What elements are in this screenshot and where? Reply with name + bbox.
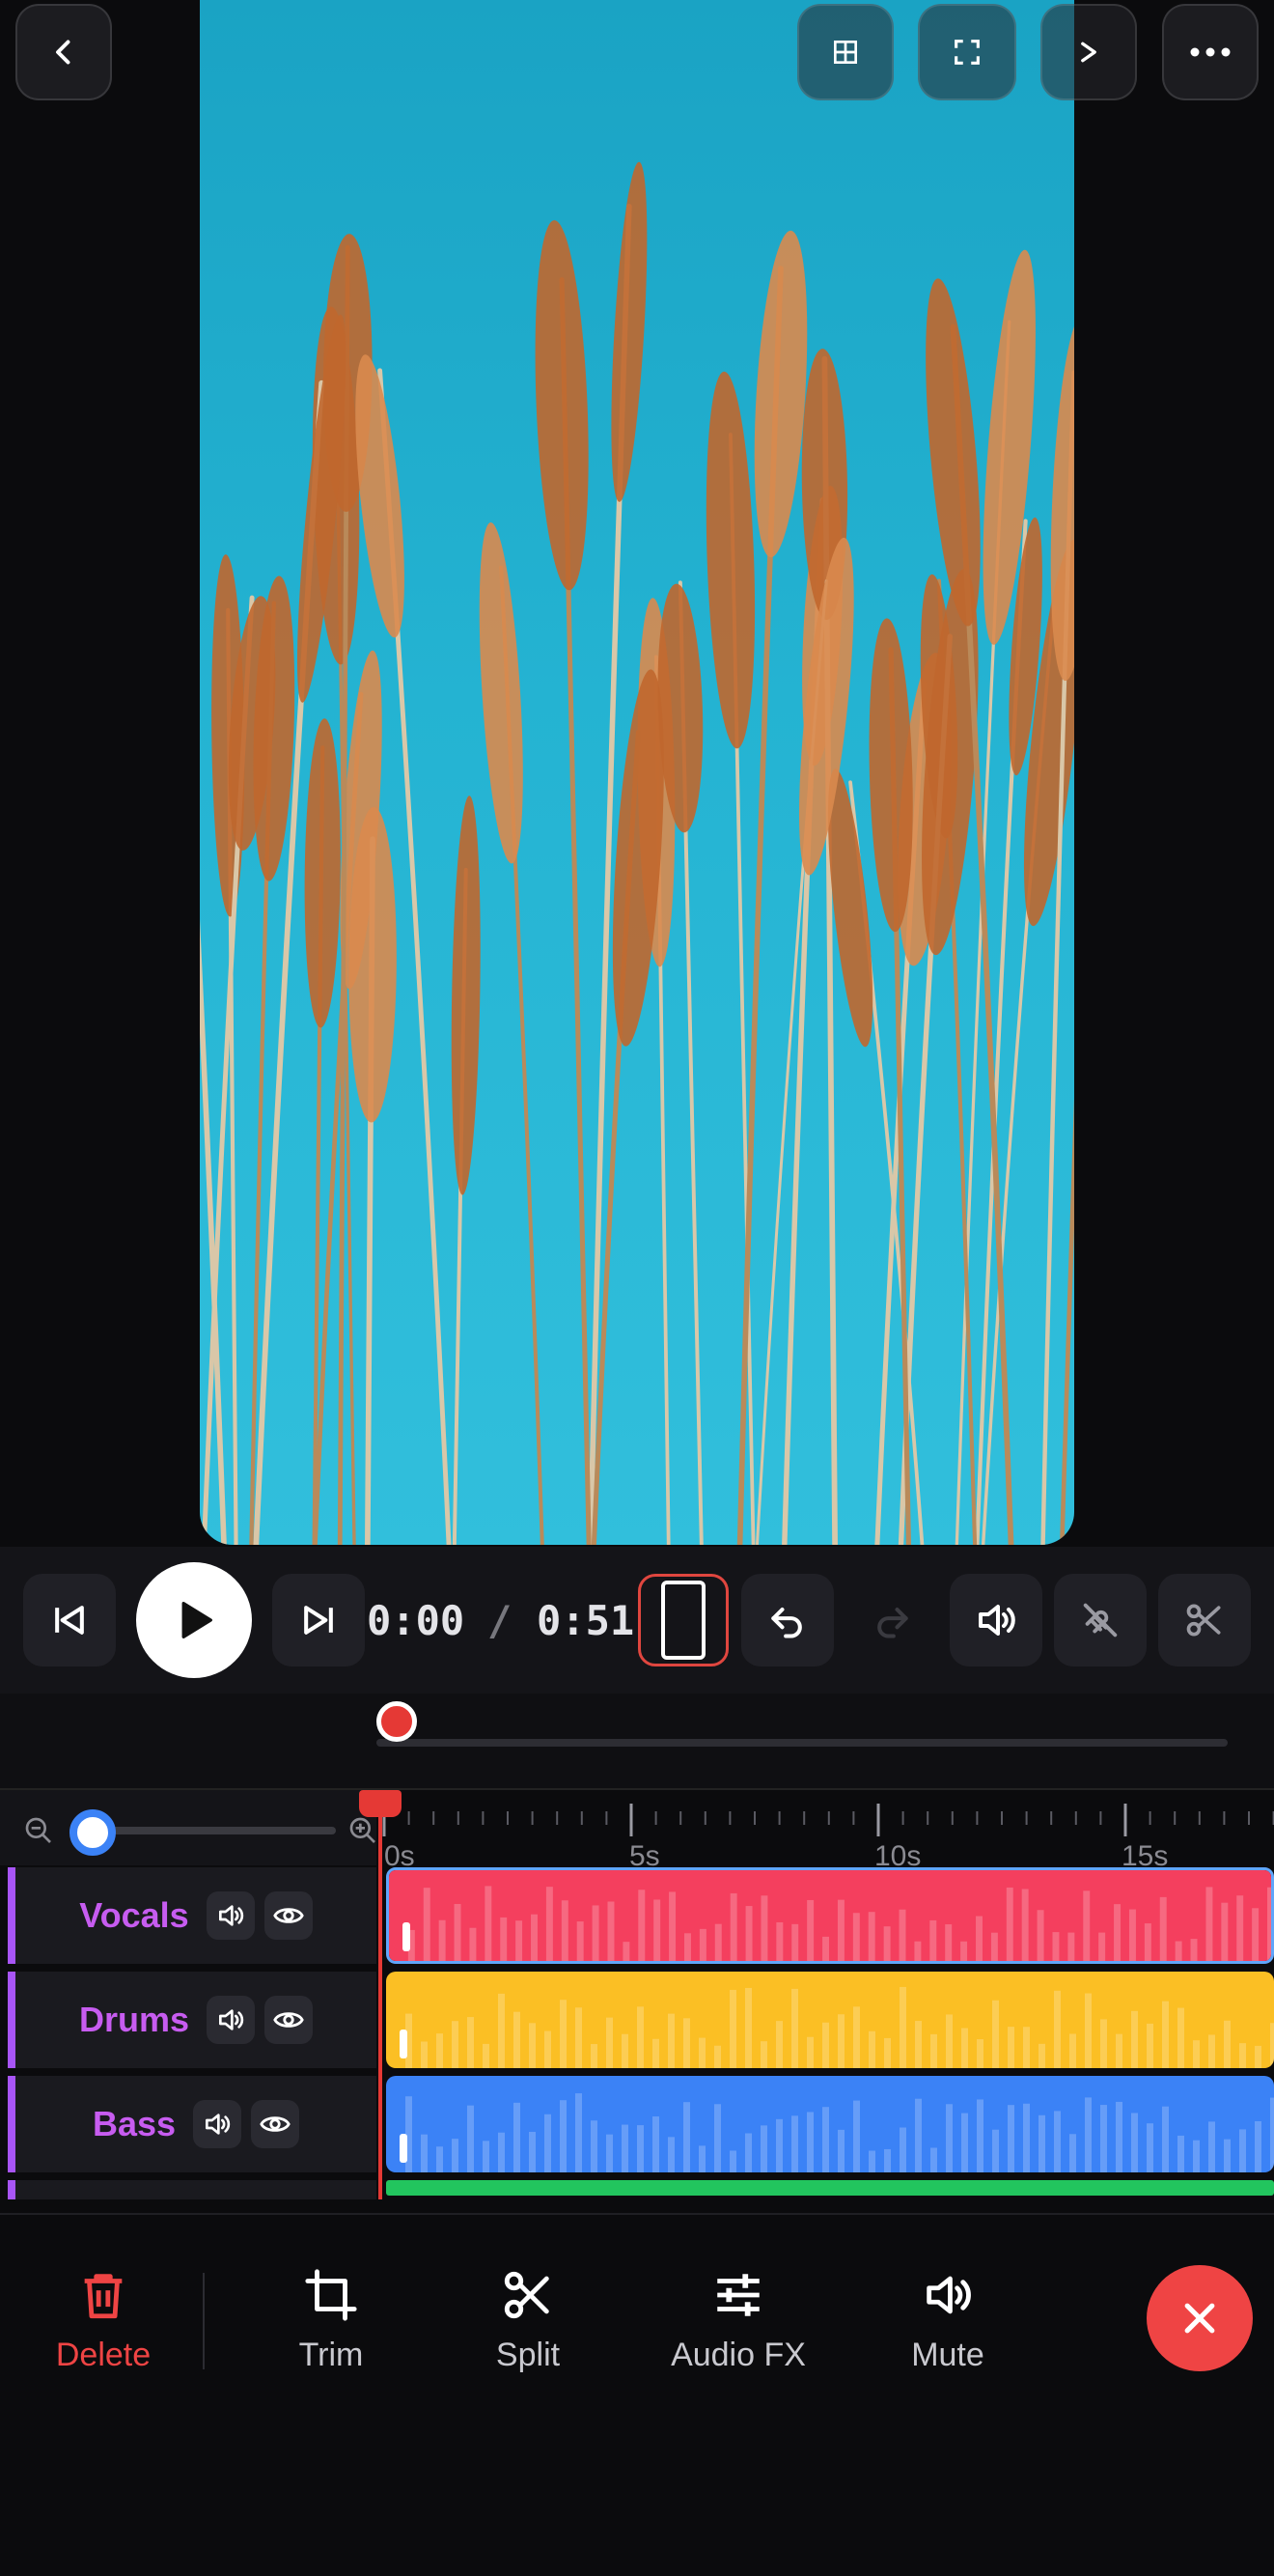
magnet-icon [1083, 1603, 1118, 1638]
speaker-icon [219, 2009, 244, 2030]
skip-back-button[interactable] [23, 1574, 116, 1666]
clip-trim-handle[interactable] [402, 1922, 410, 1951]
redo-icon [877, 1607, 908, 1638]
total-time: 0:51 [537, 1597, 635, 1644]
clip-drums[interactable] [386, 1972, 1274, 2068]
video-preview[interactable] [200, 0, 1074, 1545]
scissors-icon [1186, 1604, 1221, 1637]
track-header-bass[interactable]: Bass [8, 2076, 376, 2172]
waveform-drums [386, 1972, 1274, 2068]
track-name: Drums [78, 2000, 190, 2039]
trash-icon [84, 2274, 123, 2319]
timeline: 0s 5s 10s 15s Vocals Drums Bass [0, 1788, 1274, 2213]
speaker-icon [927, 2276, 971, 2314]
clip-vocals[interactable] [386, 1867, 1274, 1964]
trim-label: Trim [298, 2337, 364, 2373]
play-button[interactable] [136, 1562, 252, 1678]
delete-label: Delete [55, 2337, 152, 2373]
back-button[interactable] [15, 4, 112, 100]
undo-icon [771, 1607, 802, 1638]
chevron-right-icon [1081, 42, 1096, 63]
grid-button[interactable] [797, 4, 894, 100]
audio-fx-label: Audio FX [671, 2337, 806, 2373]
crop-icon [305, 2269, 357, 2321]
skip-back-icon [55, 1606, 84, 1635]
more-button[interactable] [1162, 4, 1259, 100]
track-mute-button[interactable] [193, 2100, 242, 2148]
chevron-left-icon [56, 40, 70, 65]
audio-fx-button[interactable]: Audio FX [647, 2267, 830, 2374]
zoom-control [0, 1790, 376, 1865]
scrubber[interactable] [0, 1694, 1274, 1788]
track-name: Vocals [79, 1895, 189, 1935]
close-icon [1184, 2303, 1215, 2334]
scissors-icon [504, 2271, 549, 2319]
more-icon [1190, 47, 1231, 57]
playhead-handle[interactable] [359, 1790, 402, 1817]
track-mute-button[interactable] [207, 1996, 256, 2044]
track-visibility-button[interactable] [251, 2100, 300, 2148]
aspect-ratio-button[interactable] [638, 1574, 729, 1666]
cut-button[interactable] [1158, 1574, 1251, 1666]
fullscreen-icon [955, 40, 980, 65]
preview-image [200, 161, 1074, 1545]
zoom-out-icon[interactable] [23, 1815, 54, 1846]
sliders-icon [717, 2274, 760, 2316]
speaker-icon [206, 2114, 231, 2135]
track-name: Bass [92, 2104, 177, 2143]
split-button[interactable]: Split [436, 2267, 620, 2374]
scrubber-handle[interactable] [376, 1701, 417, 1742]
play-icon [181, 1602, 212, 1638]
mute-button[interactable]: Mute [856, 2267, 1039, 2374]
toolbar-divider [203, 2273, 205, 2369]
speaker-icon [218, 1905, 243, 1926]
zoom-slider-knob[interactable] [69, 1809, 116, 1856]
next-button[interactable] [1040, 4, 1137, 100]
undo-button[interactable] [741, 1574, 834, 1666]
track-header-drums[interactable]: Drums [8, 1972, 376, 2068]
clip-partial[interactable] [386, 2180, 1274, 2196]
transport-bar: 0:00 / 0:51 [0, 1547, 1274, 1694]
magnet-button[interactable] [1054, 1574, 1147, 1666]
eye-icon [260, 2116, 291, 2132]
waveform-vocals [389, 1870, 1271, 1961]
track-visibility-button[interactable] [263, 1891, 313, 1940]
zoom-in-icon[interactable] [347, 1815, 378, 1846]
grid-icon [834, 41, 857, 64]
eye-icon [273, 2012, 304, 2028]
trim-button[interactable]: Trim [239, 2267, 423, 2374]
aspect-ratio-icon [661, 1581, 706, 1660]
redo-button[interactable] [845, 1574, 938, 1666]
scrubber-track[interactable] [376, 1739, 1228, 1747]
skip-forward-button[interactable] [272, 1574, 365, 1666]
close-selection-button[interactable] [1147, 2265, 1253, 2371]
bottom-toolbar: Delete Trim Split Audio FX Mute [0, 2213, 1274, 2576]
clip-bass[interactable] [386, 2076, 1274, 2172]
playhead[interactable] [378, 1794, 382, 2199]
waveform-bass [386, 2076, 1274, 2172]
time-separator: / [487, 1597, 512, 1644]
fullscreen-button[interactable] [918, 4, 1016, 100]
current-time: 0:00 [367, 1597, 465, 1644]
clip-trim-handle[interactable] [400, 2134, 407, 2163]
track-mute-button[interactable] [206, 1891, 255, 1940]
track-header-partial[interactable] [8, 2180, 376, 2199]
volume-button[interactable] [950, 1574, 1042, 1666]
clip-trim-handle[interactable] [400, 2030, 407, 2058]
split-label: Split [495, 2337, 561, 2373]
speaker-icon [979, 1605, 1015, 1636]
skip-forward-icon [304, 1606, 333, 1635]
track-header-vocals[interactable]: Vocals [8, 1867, 376, 1964]
track-visibility-button[interactable] [264, 1996, 314, 2044]
mute-label: Mute [911, 2337, 984, 2373]
eye-icon [272, 1908, 304, 1923]
delete-button[interactable]: Delete [12, 2267, 195, 2374]
time-ruler[interactable]: 0s 5s 10s 15s [376, 1790, 1274, 1872]
